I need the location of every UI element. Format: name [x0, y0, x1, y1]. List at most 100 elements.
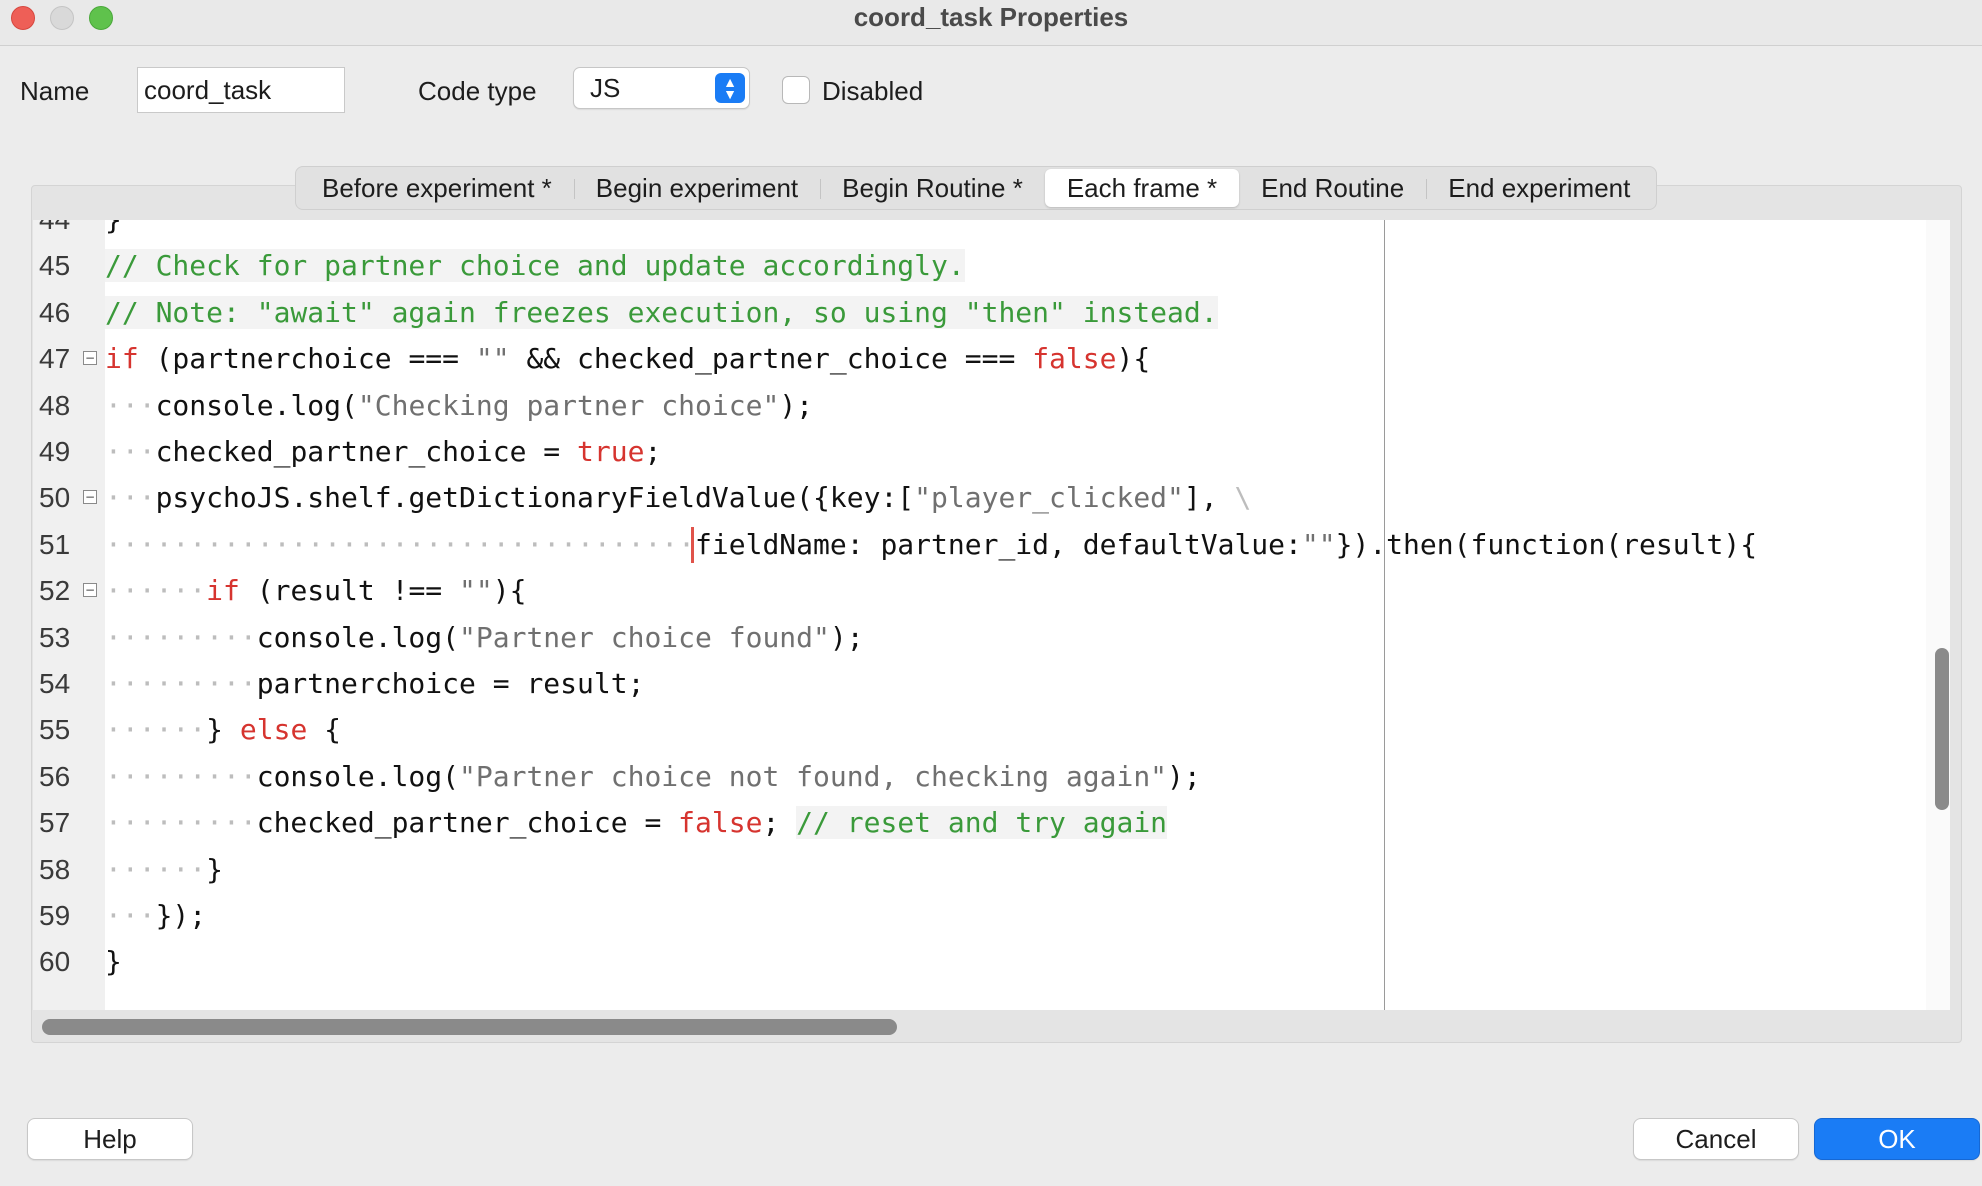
help-button[interactable]: Help [27, 1118, 193, 1160]
code-token: ){ [1116, 342, 1151, 376]
fold-toggle-icon[interactable]: − [83, 490, 97, 505]
continuation-token: \ [1234, 481, 1252, 515]
comment-token: // Check for partner choice and update a… [105, 249, 965, 283]
code-line: 51 ···································fie… [33, 522, 1928, 568]
code-line: 53 ·········console.log("Partner choice f… [33, 615, 1928, 661]
code-line: 54 ·········partnerchoice = result; [33, 661, 1928, 707]
indent-guide: ······ [105, 852, 207, 886]
code-token: { [307, 713, 342, 747]
indent-guide: ········· [105, 806, 257, 840]
code-text: ·········console.log("Partner choice fou… [105, 615, 864, 661]
tab-each-frame[interactable]: Each frame * [1044, 169, 1240, 207]
code-token: console.log( [256, 620, 460, 654]
code-token: psychoJS.shelf.getDictionaryFieldValue({… [155, 481, 915, 515]
code-token: } [206, 852, 224, 886]
code-type-select[interactable]: JS ▲ ▼ [573, 67, 750, 109]
line-number: 49 [39, 436, 71, 467]
line-number: 58 [39, 853, 71, 885]
code-text: } [105, 220, 122, 243]
vertical-scrollbar-thumb[interactable] [1935, 648, 1949, 810]
keyword-token: if [105, 342, 139, 376]
indent-guide: ········· [105, 620, 257, 654]
ok-button[interactable]: OK [1814, 1118, 1980, 1160]
indent-guide: ··· [105, 435, 156, 468]
code-type-label: Code type [418, 76, 537, 106]
code-line: 44} [33, 220, 1928, 243]
tab-before-experiment[interactable]: Before experiment * [300, 169, 574, 207]
line-number: 53 [39, 621, 71, 653]
line-number: 54 [39, 668, 71, 699]
code-text: ···································field… [105, 522, 1757, 568]
code-token: checked_partner_choice = [155, 435, 578, 468]
code-text: ···psychoJS.shelf.getDictionaryFieldValu… [105, 475, 1251, 521]
line-number: 57 [39, 807, 71, 839]
window-title: coord_task Properties [853, 2, 1129, 32]
code-token: ); [1167, 759, 1201, 793]
line-number: 59 [39, 900, 71, 931]
line-number: 48 [39, 389, 71, 421]
code-text: // Check for partner choice and update a… [105, 243, 965, 289]
string-token: "" [1301, 527, 1336, 561]
disabled-label: Disabled [822, 76, 924, 106]
code-token: && checked_partner_choice === [509, 342, 1033, 376]
code-token: ], [1183, 481, 1235, 515]
code-line: 47− if (partnerchoice === "" && checked_p… [33, 336, 1928, 382]
fold-toggle-icon[interactable]: − [83, 351, 97, 366]
code-line: 57 ·········checked_partner_choice = fals… [33, 800, 1928, 846]
line-number: 60 [39, 946, 71, 978]
code-token: console.log( [155, 388, 358, 422]
code-text: ······} [105, 847, 223, 893]
code-line: 48 ···console.log("Checking partner choic… [33, 383, 1928, 429]
code-line: 49 ···checked_partner_choice = true; [33, 429, 1928, 475]
keyword-token: true [577, 435, 645, 468]
code-token: (partnerchoice === [138, 342, 476, 376]
code-tabs: Before experiment * Begin experiment Begin… [295, 166, 1658, 210]
string-token: "Checking partner choice" [357, 388, 780, 422]
code-line: 60} [33, 939, 1928, 985]
tab-end-routine[interactable]: End Routine [1239, 169, 1426, 207]
keyword-token: false [678, 806, 763, 840]
horizontal-scrollbar-thumb[interactable] [42, 1019, 897, 1035]
line-number: 45 [39, 250, 71, 282]
string-token: "Partner choice found" [459, 620, 830, 654]
code-line: 58 ······} [33, 847, 1928, 893]
line-number: 47 [39, 343, 71, 375]
code-token: } [206, 713, 240, 747]
line-number: 56 [39, 760, 71, 792]
comment-token: // reset and try again [796, 806, 1168, 840]
code-line: 52− ······if (result !== ""){ [33, 568, 1928, 614]
indent-guide: ··· [105, 481, 156, 515]
line-number: 55 [39, 714, 71, 746]
updown-chevron-icon: ▲ ▼ [715, 73, 745, 103]
code-text: } [105, 939, 122, 985]
text-cursor [691, 526, 695, 563]
string-token: "" [459, 574, 493, 608]
tab-end-experiment[interactable]: End experiment [1426, 169, 1652, 207]
code-token: ); [829, 620, 864, 654]
title-bar: coord_task Properties [0, 0, 1982, 46]
indent-guide: ········· [105, 667, 257, 700]
code-token: }); [155, 899, 207, 932]
code-text: ·········checked_partner_choice = false;… [105, 800, 1168, 846]
code-editor[interactable]: 44} 45 // Check for partner choice and upd… [33, 220, 1928, 1010]
name-input[interactable] [137, 67, 345, 113]
string-token: "" [475, 342, 510, 376]
fold-toggle-icon[interactable]: − [83, 583, 97, 598]
code-line: 45 // Check for partner choice and update… [33, 243, 1928, 289]
disabled-checkbox[interactable] [782, 76, 810, 104]
cancel-button[interactable]: Cancel [1633, 1118, 1799, 1160]
line-number: 50 [39, 482, 71, 514]
code-token: ); [779, 388, 814, 422]
code-token: partnerchoice = result; [256, 667, 645, 700]
code-line: 56 ·········console.log("Partner choice n… [33, 754, 1928, 800]
code-token: ){ [492, 574, 527, 608]
code-line: 46 // Note: "await" again freezes executi… [33, 290, 1928, 336]
tab-begin-experiment[interactable]: Begin experiment [573, 169, 820, 207]
tab-begin-routine[interactable]: Begin Routine * [820, 169, 1045, 207]
keyword-token: if [206, 574, 240, 608]
code-line: 59 ···}); [33, 893, 1928, 939]
line-number: 44 [39, 220, 81, 243]
vertical-scrollbar-track[interactable] [1926, 220, 1950, 1010]
string-token: "player_clicked" [914, 481, 1184, 515]
code-text: ···checked_partner_choice = true; [105, 429, 661, 475]
